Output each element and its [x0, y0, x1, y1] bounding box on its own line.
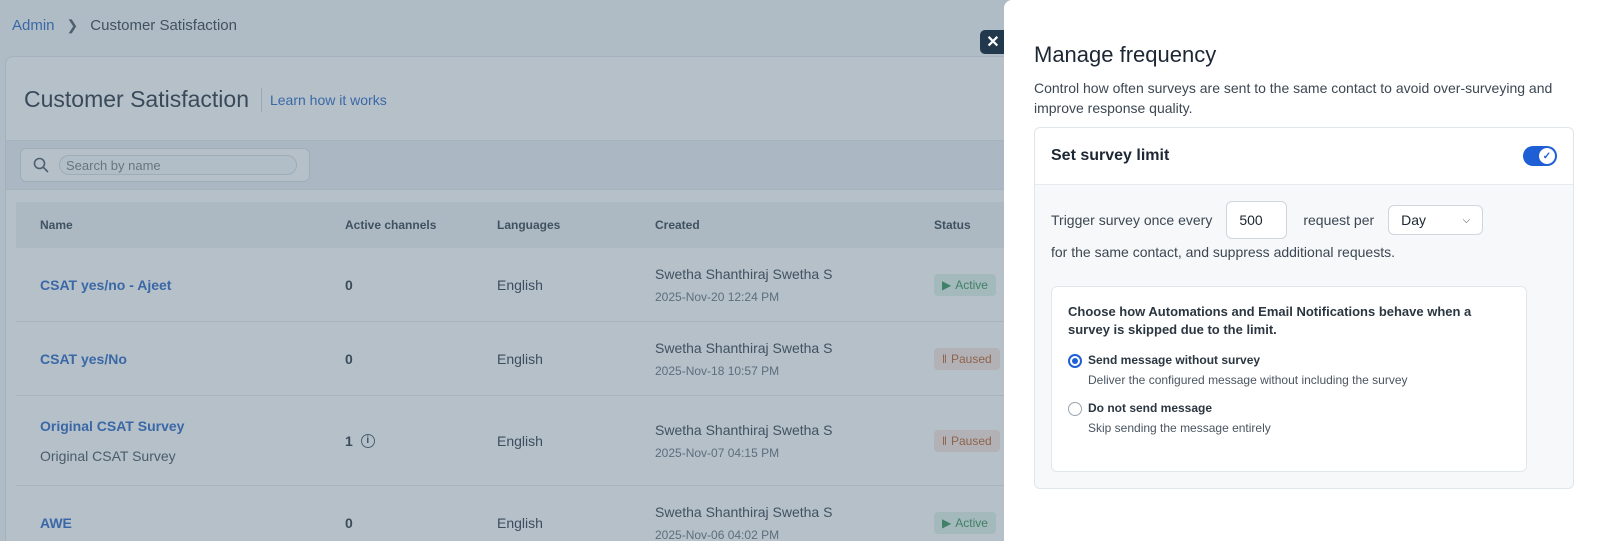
survey-limit-card: Set survey limit ✓ Trigger survey once e…	[1034, 127, 1574, 489]
option-send-without-survey[interactable]: Send message without survey Deliver the …	[1068, 353, 1510, 387]
radio-do-not-send[interactable]	[1068, 402, 1082, 416]
request-per-label: request per	[1303, 212, 1375, 228]
survey-limit-header: Set survey limit ✓	[1035, 128, 1573, 185]
period-select[interactable]: Day ⌵	[1388, 205, 1484, 235]
period-select-value: Day	[1401, 212, 1427, 228]
option-description: Deliver the configured message without i…	[1088, 373, 1408, 387]
check-icon: ✓	[1539, 148, 1555, 164]
option-do-not-send[interactable]: Do not send message Skip sending the mes…	[1068, 401, 1510, 435]
trigger-row: Trigger survey once every 500 request pe…	[1051, 201, 1484, 239]
close-drawer-button[interactable]: ✕	[980, 30, 1006, 54]
skip-behavior-card: Choose how Automations and Email Notific…	[1051, 286, 1527, 472]
trigger-count-value: 500	[1239, 212, 1263, 228]
trigger-prefix-label: Trigger survey once every	[1051, 212, 1213, 228]
suppress-text: for the same contact, and suppress addit…	[1051, 244, 1395, 260]
manage-frequency-drawer: Manage frequency Control how often surve…	[1004, 0, 1600, 541]
close-icon: ✕	[986, 34, 1000, 51]
option-title: Do not send message	[1088, 401, 1213, 415]
radio-send-without-survey[interactable]	[1068, 354, 1082, 368]
option-description: Skip sending the message entirely	[1088, 421, 1271, 435]
survey-limit-toggle[interactable]: ✓	[1523, 146, 1557, 166]
survey-limit-label: Set survey limit	[1051, 147, 1170, 164]
drawer-title: Manage frequency	[1034, 42, 1217, 67]
trigger-count-input[interactable]: 500	[1226, 201, 1288, 239]
drawer-description: Control how often surveys are sent to th…	[1034, 80, 1553, 116]
chevron-down-icon: ⌵	[1462, 214, 1471, 226]
option-title: Send message without survey	[1088, 353, 1261, 367]
skip-behavior-question: Choose how Automations and Email Notific…	[1068, 304, 1472, 337]
